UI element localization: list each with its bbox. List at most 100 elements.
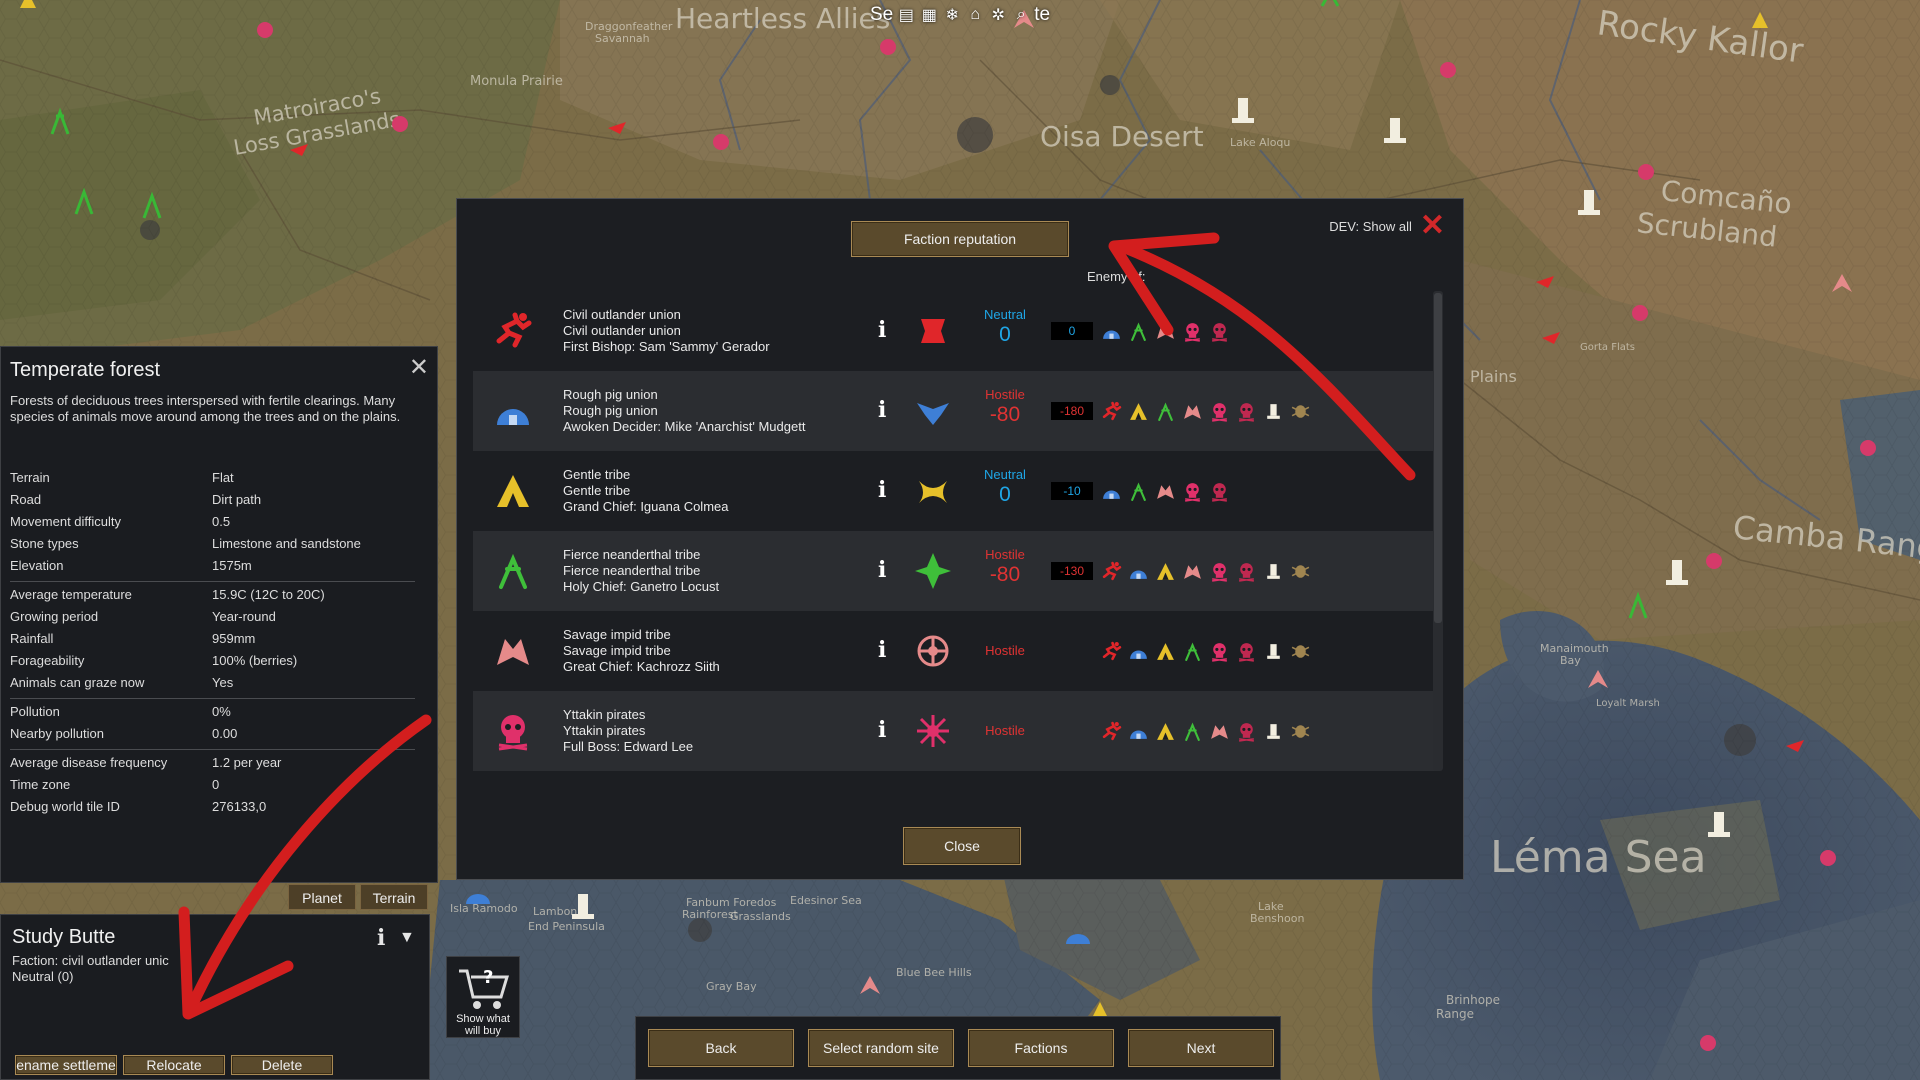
info-icon[interactable]: i — [878, 557, 886, 583]
enemy-faction-icon[interactable] — [1128, 481, 1149, 505]
enemy-faction-icon[interactable] — [1236, 561, 1257, 585]
ideology-icon[interactable] — [913, 551, 953, 591]
enemy-faction-icon[interactable] — [1128, 641, 1149, 665]
scrollbar-thumb[interactable] — [1434, 293, 1442, 623]
stat-value: Yes — [212, 675, 234, 690]
ideology-icon[interactable] — [913, 391, 953, 431]
info-icon[interactable]: i — [878, 717, 886, 743]
enemy-faction-icon[interactable] — [1209, 721, 1230, 745]
enemy-faction-icon[interactable] — [1182, 401, 1203, 425]
enemy-faction-icon[interactable] — [1263, 561, 1284, 585]
enemy-faction-icon[interactable] — [1263, 721, 1284, 745]
faction-icon — [493, 391, 533, 431]
faction-name: Savage impid tribe — [563, 643, 671, 658]
mech-icon — [1267, 404, 1280, 419]
rename-settlement-button[interactable]: ename settleme — [15, 1055, 117, 1075]
faction-name: Gentle tribe — [563, 483, 631, 498]
ideology-icon[interactable] — [913, 471, 953, 511]
enemy-faction-icon[interactable] — [1209, 321, 1230, 345]
enemy-faction-icon[interactable] — [1209, 401, 1230, 425]
ideology-icon[interactable] — [913, 711, 953, 751]
enemy-faction-icon[interactable] — [1290, 641, 1311, 665]
enemy-faction-icon[interactable] — [1290, 721, 1311, 745]
info-icon[interactable]: i — [377, 925, 385, 951]
stat-label: Time zone — [10, 777, 71, 792]
info-icon[interactable]: i — [878, 637, 886, 663]
faction-row: Civil outlander union Civil outlander uni… — [473, 291, 1437, 371]
tab-terrain[interactable]: Terrain — [360, 884, 428, 910]
enemy-faction-icon[interactable] — [1236, 721, 1257, 745]
enemy-faction-icon[interactable] — [1236, 641, 1257, 665]
list-icon[interactable]: ▤ — [896, 5, 916, 25]
enemy-faction-icon[interactable] — [1101, 561, 1122, 585]
enemy-faction-icon[interactable] — [1101, 321, 1122, 345]
next-button[interactable]: Next — [1128, 1029, 1274, 1067]
enemy-faction-icon[interactable] — [1182, 481, 1203, 505]
stat-value: Year-round — [212, 609, 276, 624]
stat-value: 0.00 — [212, 726, 238, 741]
ideology-icon[interactable] — [913, 311, 953, 351]
house-icon[interactable]: ⌂ — [965, 5, 985, 25]
enemy-faction-icon[interactable] — [1101, 721, 1122, 745]
enemy-faction-icon[interactable] — [1182, 561, 1203, 585]
settlement-name: Study Butte — [12, 926, 116, 948]
select-random-site-button[interactable]: Select random site — [808, 1029, 954, 1067]
stat-value: 15.9C (12C to 20C) — [212, 587, 325, 602]
enemy-faction-icon[interactable] — [1101, 641, 1122, 665]
back-button[interactable]: Back — [648, 1029, 794, 1067]
snowflake-icon[interactable]: ✲ — [988, 5, 1008, 25]
enemy-faction-icon[interactable] — [1182, 641, 1203, 665]
enemy-faction-icon[interactable] — [1128, 321, 1149, 345]
enemy-faction-icon[interactable] — [1155, 321, 1176, 345]
shop-label-1: Show what — [456, 1013, 510, 1025]
svg-text:Bay: Bay — [1560, 654, 1581, 667]
info-icon[interactable]: i — [878, 397, 886, 423]
relocate-button[interactable]: Relocate — [123, 1055, 225, 1075]
dev-show-all-toggle[interactable]: DEV: Show all ✕ — [1329, 211, 1445, 241]
enemy-faction-icon[interactable] — [1128, 561, 1149, 585]
enemy-faction-icon[interactable] — [1209, 561, 1230, 585]
enemy-faction-icon[interactable] — [1155, 641, 1176, 665]
enemy-faction-icon[interactable] — [1155, 481, 1176, 505]
stat-value: 1.2 per year — [212, 755, 282, 770]
enemy-faction-icon[interactable] — [1209, 481, 1230, 505]
stat-value: Dirt path — [212, 492, 262, 507]
enemy-faction-icon[interactable] — [1128, 401, 1149, 425]
factions-button[interactable]: Factions — [968, 1029, 1114, 1067]
faction-reputation-button[interactable]: Faction reputation — [851, 221, 1069, 257]
enemy-faction-icon[interactable] — [1290, 561, 1311, 585]
grid-icon[interactable]: ▦ — [919, 5, 939, 25]
close-icon[interactable]: ✕ — [409, 353, 429, 382]
ideology-icon[interactable] — [913, 631, 953, 671]
enemy-faction-icon[interactable] — [1236, 401, 1257, 425]
show-what-will-buy-button[interactable]: ? Show what will buy — [446, 956, 520, 1038]
enemy-faction-icon[interactable] — [1155, 561, 1176, 585]
enemy-faction-icon[interactable] — [1182, 721, 1203, 745]
enemy-faction-icon[interactable] — [1101, 481, 1122, 505]
stat-value: 0.5 — [212, 514, 231, 529]
enemy-faction-icon[interactable] — [1290, 401, 1311, 425]
stat-label: Debug world tile ID — [10, 799, 120, 814]
tab-planet[interactable]: Planet — [288, 884, 356, 910]
info-icon[interactable]: i — [878, 477, 886, 503]
enemy-faction-icon[interactable] — [1155, 721, 1176, 745]
enemy-faction-icon[interactable] — [1155, 401, 1176, 425]
cross-icon[interactable]: ✕ — [1420, 211, 1445, 241]
weather-icon[interactable]: ❄ — [942, 5, 962, 25]
enemy-faction-icon[interactable] — [1128, 721, 1149, 745]
pirate-skull-icon — [1185, 483, 1200, 502]
search-icon[interactable]: ⌕ — [1011, 5, 1031, 25]
info-icon[interactable]: i — [878, 317, 886, 343]
enemy-faction-icon[interactable] — [1263, 641, 1284, 665]
enemy-faction-icon[interactable] — [1209, 641, 1230, 665]
close-button[interactable]: Close — [903, 827, 1021, 865]
faction-relation: Neutral 0 — [965, 467, 1045, 507]
enemy-faction-icon[interactable] — [1182, 321, 1203, 345]
faction-list-scrollbar[interactable] — [1433, 291, 1443, 771]
faction-icon — [493, 711, 533, 751]
enemy-faction-icon[interactable] — [1101, 401, 1122, 425]
chevron-down-icon[interactable]: ▼ — [399, 929, 415, 947]
enemy-faction-icon[interactable] — [1263, 401, 1284, 425]
faction-leader: Great Chief: Kachrozz Siith — [563, 659, 720, 674]
delete-button[interactable]: Delete — [231, 1055, 333, 1075]
